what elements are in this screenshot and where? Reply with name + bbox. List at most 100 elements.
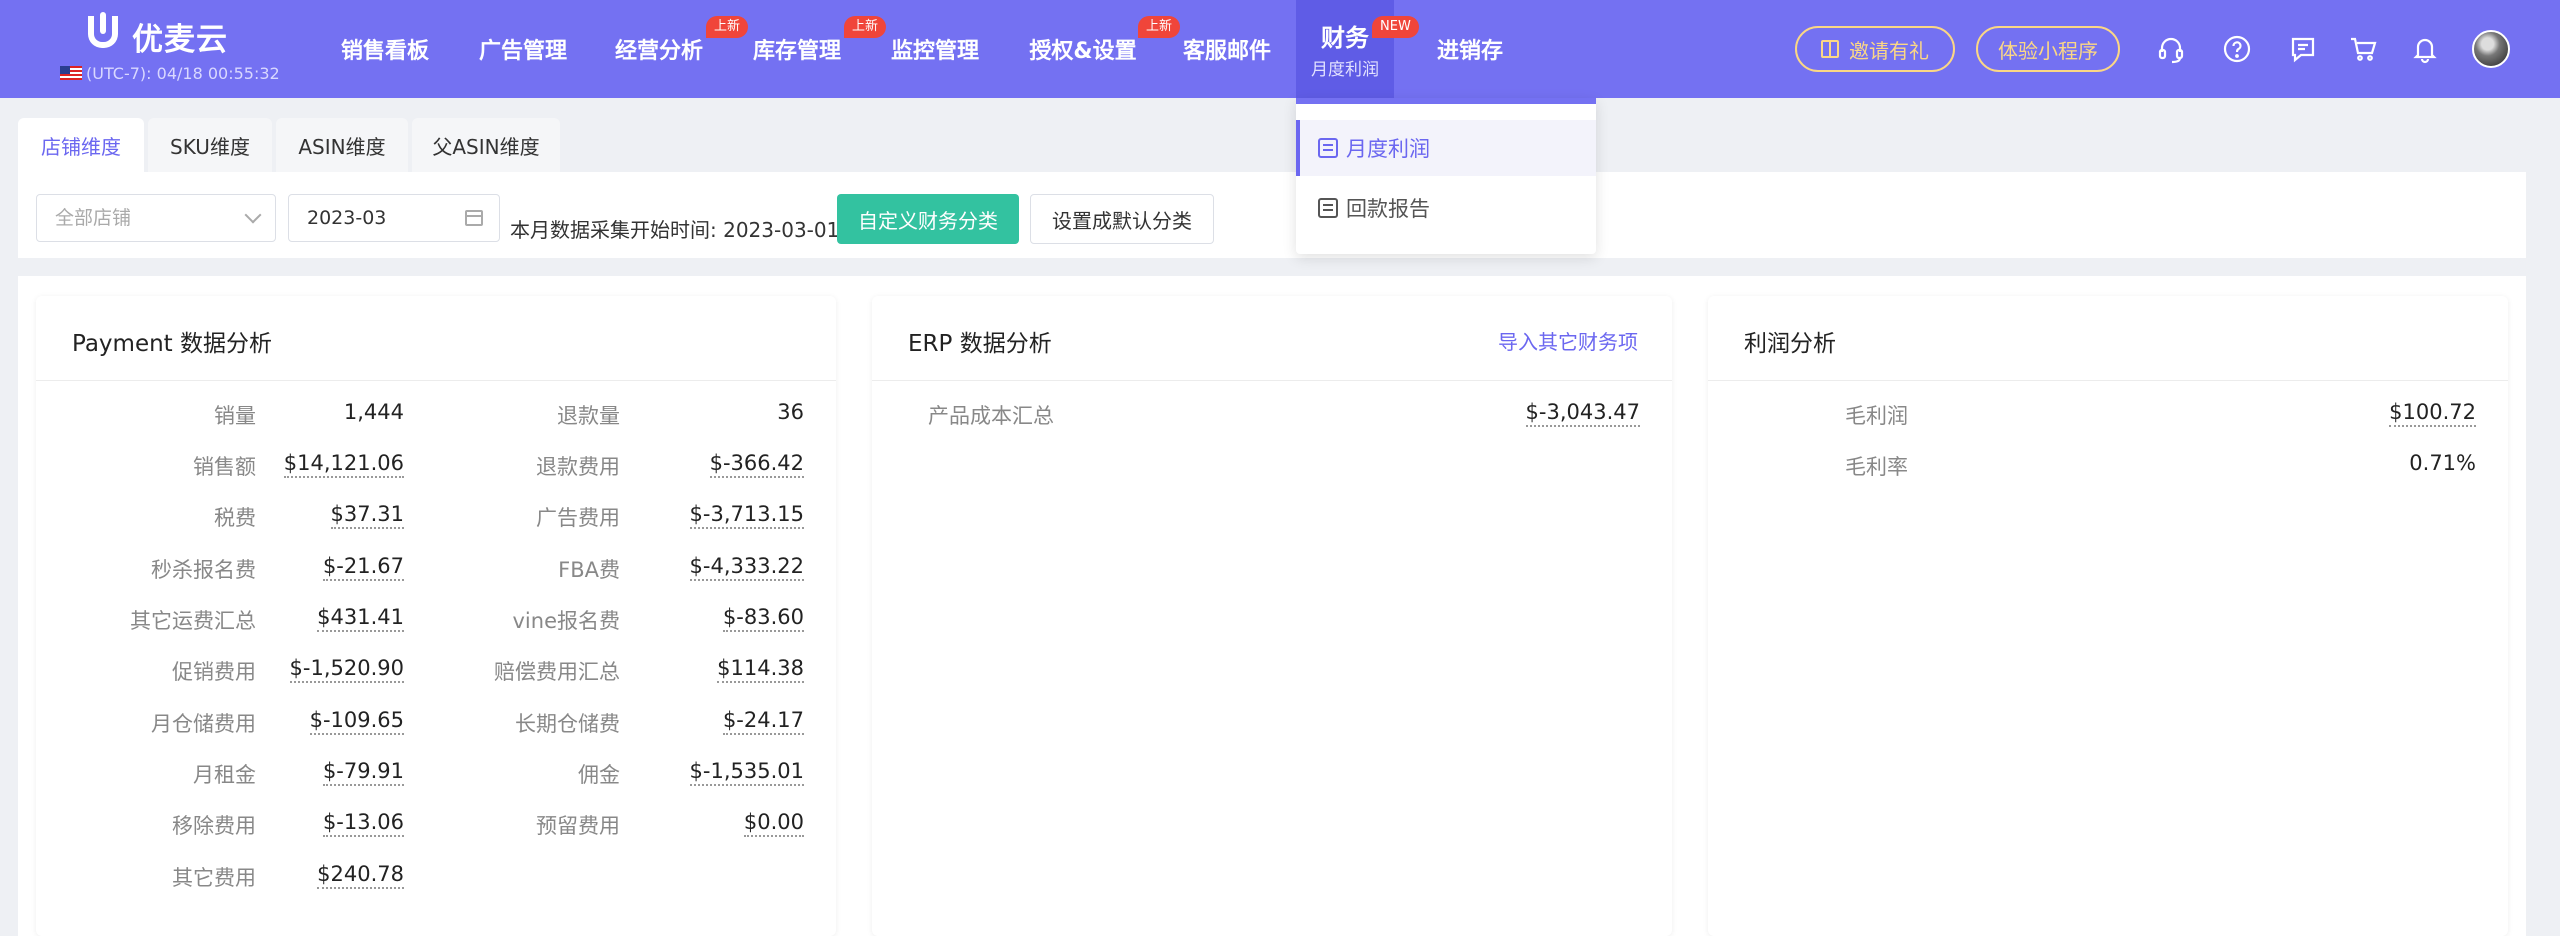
metric-label: 月仓储费用: [151, 712, 256, 736]
metric-label: FBA费: [558, 558, 620, 582]
invite-label: 邀请有礼: [1849, 38, 1929, 63]
metric-value[interactable]: $-366.42: [709, 451, 804, 478]
metric-label: 销量: [214, 404, 256, 428]
metric-label: 预留费用: [536, 814, 620, 838]
metric-value[interactable]: $37.31: [330, 502, 404, 529]
nav-inventory-management[interactable]: 库存管理: [742, 0, 852, 98]
metric-label: 其它运费汇总: [130, 609, 256, 633]
user-avatar[interactable]: [2472, 30, 2510, 68]
card-divider: [1708, 380, 2508, 381]
metric-label: 秒杀报名费: [151, 558, 256, 582]
help-icon[interactable]: [2222, 34, 2252, 64]
metric-value[interactable]: $240.78: [317, 862, 404, 889]
metric-value[interactable]: $-3,713.15: [689, 502, 804, 529]
nav-purchase-sales-stock[interactable]: 进销存: [1420, 0, 1520, 98]
bell-icon[interactable]: [2410, 34, 2440, 64]
collect-start-label: 本月数据采集开始时间:: [510, 218, 717, 242]
metric-value[interactable]: $-3,043.47: [1525, 400, 1640, 427]
nav-finance[interactable]: 财务 月度利润: [1296, 0, 1394, 98]
brand-name: 优麦云: [132, 22, 228, 58]
menu-item-label: 回款报告: [1346, 197, 1430, 221]
calendar-icon: [465, 210, 483, 226]
metric-label: 促销费用: [172, 660, 256, 684]
nav-label: 授权&设置: [1029, 39, 1137, 64]
metric-value[interactable]: $114.38: [717, 656, 804, 683]
metric-value[interactable]: $-83.60: [722, 605, 804, 632]
metric-value[interactable]: $-13.06: [322, 810, 404, 837]
metric-label: 税费: [214, 506, 256, 530]
metric-value[interactable]: $0.00: [743, 810, 804, 837]
nav-sales-dashboard[interactable]: 销售看板: [330, 0, 440, 98]
invite-gift-button[interactable]: 邀请有礼: [1795, 26, 1955, 72]
import-other-finance-link[interactable]: 导入其它财务项: [1498, 326, 1638, 355]
nav-label: 监控管理: [890, 39, 979, 64]
card-title: Payment 数据分析: [72, 331, 273, 357]
gift-icon: [1821, 40, 1839, 58]
metric-label: 销售额: [193, 455, 256, 479]
timezone-text: (UTC-7): 04/18 00:55:32: [86, 64, 280, 83]
profit-analysis-card: 利润分析 毛利润 $100.72 毛利率 0.71%: [1708, 296, 2508, 936]
us-flag-icon: [60, 66, 82, 80]
metric-label: 毛利润: [1845, 404, 1908, 428]
month-picker[interactable]: 2023-03: [288, 194, 500, 242]
tab-label: 店铺维度: [41, 134, 121, 159]
custom-finance-category-button[interactable]: 自定义财务分类: [837, 194, 1019, 244]
headset-icon[interactable]: [2156, 34, 2186, 64]
erp-analysis-card: ERP 数据分析 导入其它财务项 产品成本汇总 $-3,043.47: [872, 296, 1672, 936]
logo-mark-icon: [88, 12, 118, 48]
metric-label: 佣金: [578, 763, 620, 787]
metric-label: 赔偿费用汇总: [494, 660, 620, 684]
metric-value[interactable]: $431.41: [317, 605, 404, 632]
cart-icon[interactable]: [2348, 34, 2378, 64]
metric-value[interactable]: $100.72: [2389, 400, 2476, 427]
metric-value[interactable]: $-21.67: [322, 554, 404, 581]
nav-label: 财务: [1321, 24, 1369, 52]
metric-label: 月租金: [193, 763, 256, 787]
nav-monitoring[interactable]: 监控管理: [880, 0, 990, 98]
tab-asin-dimension[interactable]: ASIN维度: [276, 118, 408, 172]
metric-value[interactable]: $14,121.06: [283, 451, 404, 478]
collect-start-info: 本月数据采集开始时间: 2023-03-01: [510, 214, 839, 243]
tab-sku-dimension[interactable]: SKU维度: [148, 118, 272, 172]
nav-label: 广告管理: [478, 39, 567, 64]
collect-start-date: 2023-03-01: [723, 218, 840, 242]
metric-value: 0.71%: [2409, 451, 2476, 475]
card-divider: [872, 380, 1672, 381]
nav-label: 销售看板: [340, 39, 429, 64]
message-icon[interactable]: [2288, 34, 2318, 64]
tab-label: 父ASIN维度: [432, 134, 540, 159]
metric-value[interactable]: $-1,535.01: [689, 759, 804, 786]
nav-ads-management[interactable]: 广告管理: [468, 0, 578, 98]
metric-label: 广告费用: [536, 506, 620, 530]
metric-value[interactable]: $-4,333.22: [689, 554, 804, 581]
card-title: ERP 数据分析: [908, 331, 1052, 357]
metric-label: 产品成本汇总: [928, 404, 1054, 428]
document-icon: [1318, 198, 1338, 218]
metric-value[interactable]: $-24.17: [722, 708, 804, 735]
mini-program-label: 体验小程序: [1998, 38, 2098, 63]
nav-business-analysis[interactable]: 经营分析: [604, 0, 714, 98]
metric-label: 长期仓储费: [515, 712, 620, 736]
store-select[interactable]: 全部店铺: [36, 194, 276, 242]
metric-value[interactable]: $-79.91: [322, 759, 404, 786]
nav-label: 库存管理: [752, 39, 841, 64]
month-value: 2023-03: [307, 207, 387, 229]
mini-program-button[interactable]: 体验小程序: [1976, 26, 2120, 72]
nav-auth-settings[interactable]: 授权&设置: [1026, 0, 1140, 98]
metric-label: vine报名费: [512, 609, 621, 633]
metric-value[interactable]: $-109.65: [309, 708, 404, 735]
metric-value[interactable]: $-1,520.90: [289, 656, 404, 683]
tab-store-dimension[interactable]: 店铺维度: [18, 118, 144, 172]
store-select-placeholder: 全部店铺: [55, 207, 132, 229]
report-icon: [1318, 138, 1338, 158]
menu-item-monthly-profit[interactable]: 月度利润: [1296, 120, 1596, 176]
menu-item-payment-report[interactable]: 回款报告: [1296, 180, 1596, 236]
metric-label: 退款费用: [536, 455, 620, 479]
nav-customer-email[interactable]: 客服邮件: [1172, 0, 1282, 98]
card-divider: [36, 380, 836, 381]
nav-label: 经营分析: [614, 39, 703, 64]
set-default-category-button[interactable]: 设置成默认分类: [1030, 194, 1214, 244]
tab-parent-asin-dimension[interactable]: 父ASIN维度: [412, 118, 560, 172]
finance-dropdown-menu: 月度利润 回款报告: [1296, 98, 1596, 254]
tab-label: SKU维度: [170, 134, 250, 159]
